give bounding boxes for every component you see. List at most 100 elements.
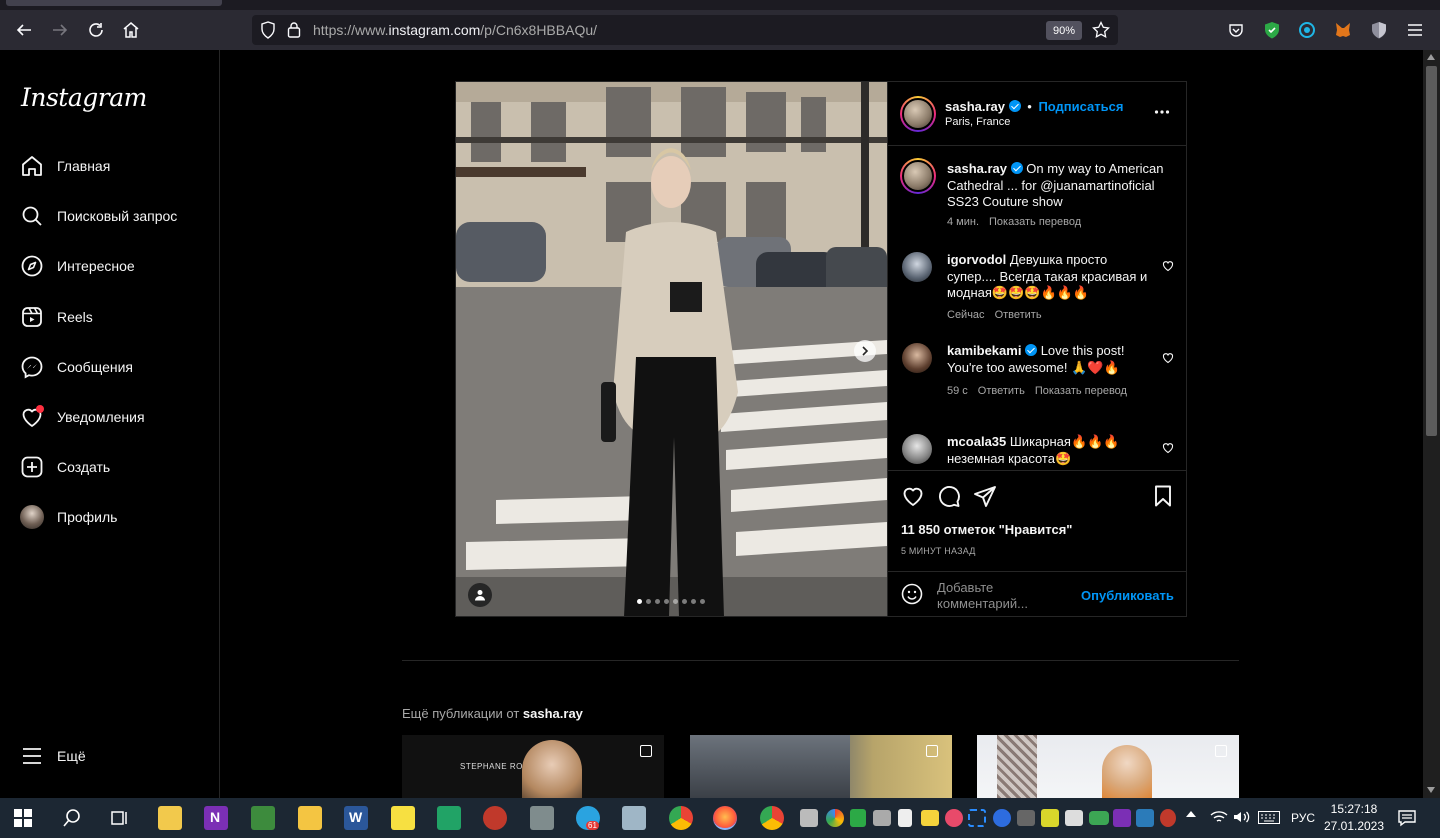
shield-extension-icon[interactable] — [1369, 20, 1389, 40]
nav-explore[interactable]: Интересное — [20, 249, 210, 283]
keyboard-icon[interactable] — [1258, 811, 1280, 829]
comment-time[interactable]: 59 с — [947, 385, 968, 397]
post-location[interactable]: Paris, France — [945, 116, 1010, 128]
follow-button[interactable]: Подписаться — [1038, 99, 1123, 114]
metamask-fox-icon[interactable] — [1333, 20, 1353, 40]
gear-app-icon[interactable] — [530, 806, 554, 830]
reload-icon[interactable] — [86, 20, 106, 40]
file-explorer-icon[interactable] — [298, 806, 322, 830]
tray-send-icon[interactable] — [800, 809, 818, 827]
more-post-thumbnail[interactable] — [977, 735, 1239, 798]
adblock-shield-icon[interactable] — [1262, 20, 1282, 40]
author-username[interactable]: sasha.ray — [945, 99, 1005, 114]
red-app-icon[interactable] — [483, 806, 507, 830]
forward-icon[interactable] — [50, 20, 70, 40]
task-view-icon[interactable] — [109, 808, 129, 833]
volume-icon[interactable] — [1233, 810, 1251, 829]
spreadsheet-app-icon[interactable] — [251, 806, 275, 830]
tray-red-icon[interactable] — [1160, 809, 1176, 827]
nav-reels[interactable]: Reels — [20, 300, 210, 334]
word-app-icon[interactable]: W — [344, 806, 368, 830]
home-page-icon[interactable] — [121, 20, 141, 40]
comment-input[interactable]: Добавьте комментарий... — [937, 580, 1067, 612]
post-timestamp[interactable]: 5 МИНУТ НАЗАД — [901, 546, 976, 556]
comment-bubble-icon[interactable] — [937, 484, 961, 513]
comment-like-heart-icon[interactable] — [1162, 259, 1174, 272]
chrome-icon[interactable] — [669, 806, 693, 830]
taskbar-clock[interactable]: 15:27:18 27.01.2023 — [1320, 801, 1388, 835]
calculator-icon[interactable] — [622, 806, 646, 830]
like-heart-icon[interactable] — [901, 484, 925, 513]
comment-username[interactable]: kamibekami — [947, 343, 1021, 358]
nav-notifications[interactable]: Уведомления — [20, 400, 210, 434]
comment-time[interactable]: Сейчас — [947, 309, 985, 321]
post-photo[interactable] — [456, 82, 887, 616]
like-count[interactable]: 11 850 отметок "Нравится" — [901, 522, 1072, 537]
more-posts-author[interactable]: sasha.ray — [523, 706, 583, 721]
nav-more[interactable]: Ещё — [20, 739, 210, 773]
onenote-app-icon[interactable]: N — [204, 806, 228, 830]
tray-expand-icon[interactable] — [1186, 811, 1196, 817]
tray-check-icon[interactable] — [1041, 809, 1059, 827]
comment-avatar[interactable] — [902, 252, 932, 282]
tray-money-icon[interactable] — [1089, 811, 1109, 825]
carousel-next-button[interactable] — [854, 340, 876, 362]
nav-profile[interactable]: Профиль — [20, 500, 210, 534]
tagged-users-button[interactable] — [468, 583, 492, 607]
nav-search[interactable]: Поисковый запрос — [20, 199, 210, 233]
pocket-icon[interactable] — [1226, 20, 1246, 40]
chrome-profile-icon[interactable] — [760, 806, 784, 830]
tray-google-icon[interactable] — [826, 809, 844, 827]
author-avatar[interactable] — [900, 96, 936, 132]
comment-like-heart-icon[interactable] — [1162, 351, 1174, 364]
comment-avatar[interactable] — [902, 343, 932, 373]
more-post-thumbnail[interactable]: STEPHANE ROLLAND — [402, 735, 664, 798]
publish-button[interactable]: Опубликовать — [1081, 588, 1174, 603]
comment-reply[interactable]: Ответить — [995, 309, 1042, 321]
tray-snip-icon[interactable] — [968, 809, 986, 827]
sticky-notes-icon[interactable] — [391, 806, 415, 830]
extension-swirl-icon[interactable] — [1297, 20, 1317, 40]
caption-avatar[interactable] — [900, 158, 936, 194]
comment-reply[interactable]: Ответить — [978, 385, 1025, 397]
menu-hamburger-icon[interactable] — [1405, 20, 1425, 40]
more-post-thumbnail[interactable] — [690, 735, 952, 798]
windows-start-icon[interactable] — [14, 809, 32, 832]
nav-create[interactable]: Создать — [20, 450, 210, 484]
shield-icon[interactable] — [260, 21, 276, 44]
emoji-smiley-icon[interactable] — [901, 583, 923, 610]
taskbar-search-icon[interactable] — [62, 808, 82, 833]
tray-notes-icon[interactable] — [921, 810, 939, 826]
tray-shield-icon[interactable] — [850, 809, 866, 827]
nav-messages[interactable]: Сообщения — [20, 350, 210, 384]
page-scrollbar[interactable] — [1423, 50, 1440, 798]
nav-home[interactable]: Главная — [20, 149, 210, 183]
back-icon[interactable] — [14, 20, 34, 40]
notification-center-icon[interactable] — [1398, 809, 1416, 832]
lock-icon[interactable] — [287, 21, 301, 44]
caption-time[interactable]: 4 мин. — [947, 216, 979, 228]
comment-username[interactable]: igorvodol — [947, 252, 1006, 267]
address-bar[interactable]: https://www.instagram.com/p/Cn6x8HBBAQu/… — [252, 15, 1118, 45]
save-bookmark-icon[interactable] — [1151, 484, 1175, 513]
telegram-icon[interactable]: 61 — [576, 806, 600, 830]
share-paper-plane-icon[interactable] — [973, 484, 997, 513]
tray-s-icon[interactable] — [993, 809, 1011, 827]
file-notes-app-icon[interactable] — [158, 806, 182, 830]
scroll-down-arrow-icon[interactable] — [1427, 787, 1435, 793]
caption-translate[interactable]: Показать перевод — [989, 216, 1081, 228]
tray-onenote-icon[interactable] — [1113, 809, 1131, 827]
comment-translate[interactable]: Показать перевод — [1035, 385, 1127, 397]
tray-fx-icon[interactable] — [1136, 809, 1154, 827]
comment-username[interactable]: mcoala35 — [947, 434, 1006, 449]
tray-box-icon[interactable] — [1017, 810, 1035, 826]
input-language[interactable]: РУС — [1291, 811, 1315, 825]
instagram-logo[interactable]: Instagram — [21, 83, 147, 112]
comments-list[interactable]: sasha.ray On my way to American Cathedra… — [888, 147, 1186, 470]
tray-target-icon[interactable] — [945, 809, 963, 827]
more-options-icon[interactable] — [1154, 104, 1170, 125]
comment-like-heart-icon[interactable] — [1162, 441, 1174, 454]
active-tab[interactable] — [6, 0, 222, 6]
caption-username[interactable]: sasha.ray — [947, 161, 1007, 176]
comment-avatar[interactable] — [902, 434, 932, 464]
